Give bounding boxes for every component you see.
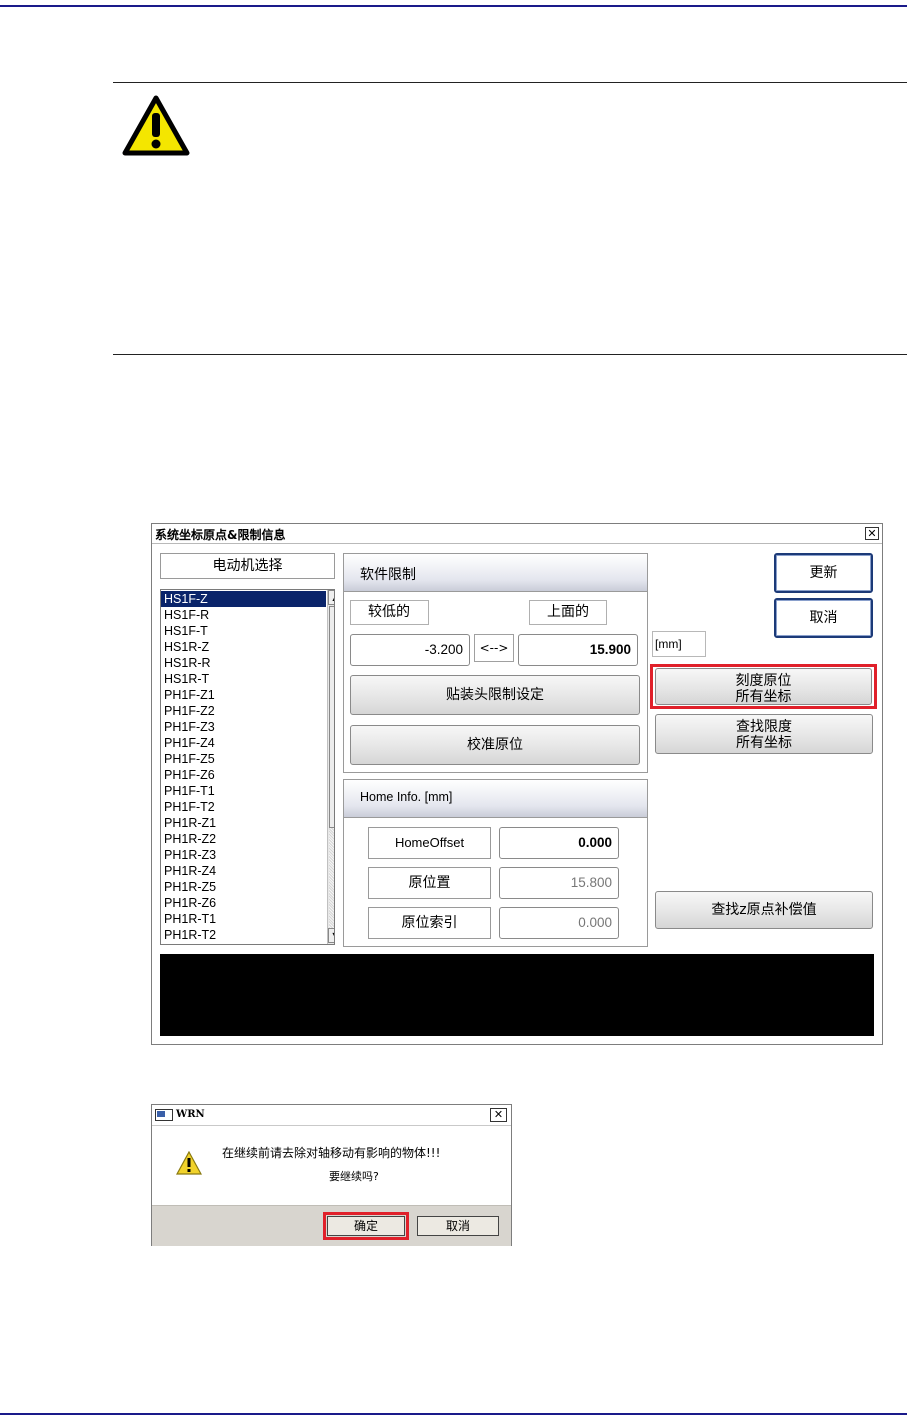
lower-limit-input[interactable]: -3.200 xyxy=(350,634,470,666)
unit-label: [mm] xyxy=(652,631,706,657)
motor-list-item[interactable]: PH1R-Z2 xyxy=(161,831,326,847)
lower-label: 较低的 xyxy=(350,600,429,625)
motor-listbox[interactable]: HS1F-Z HS1F-R HS1F-T HS1R-Z HS1R-R HS1R-T PH1F… xyxy=(160,589,335,945)
motor-list-item[interactable]: PH1R-Z4 xyxy=(161,863,326,879)
home-info-title: Home Info. [mm] xyxy=(344,780,647,818)
scale-home-label-1: 刻度原位 xyxy=(735,673,792,689)
page-top-rule xyxy=(0,5,907,7)
alert-icon xyxy=(176,1151,202,1175)
home-position-value: 15.800 xyxy=(499,867,619,899)
dialog-titlebar: 系统坐标原点&限制信息 ✕ xyxy=(152,524,882,544)
motor-list-item[interactable]: HS1R-Z xyxy=(161,639,326,655)
scroll-down-icon[interactable]: ▼ xyxy=(328,928,334,943)
motor-list-item[interactable]: PH1R-Z6 xyxy=(161,895,326,911)
motor-select-label: 电动机选择 xyxy=(160,553,335,579)
motor-list-item[interactable]: PH1F-Z4 xyxy=(161,735,326,751)
motor-list-item[interactable]: PH1F-Z5 xyxy=(161,751,326,767)
find-z-home-compensation-button[interactable]: 查找z原点补偿值 xyxy=(655,891,873,929)
motor-list-item[interactable]: HS1R-T xyxy=(161,671,326,687)
ok-button[interactable]: 确定 xyxy=(327,1216,405,1236)
find-limit-label-2: 所有坐标 xyxy=(736,735,792,751)
motor-list-item[interactable]: PH1R-Z1 xyxy=(161,815,326,831)
warning-top-line xyxy=(113,82,907,83)
confirm-message-line2: 要继续吗? xyxy=(329,1170,379,1183)
motor-list-item[interactable]: PH1F-Z1 xyxy=(161,687,326,703)
home-offset-label: HomeOffset xyxy=(368,827,491,859)
home-index-label: 原位索引 xyxy=(368,907,491,939)
scale-home-label-2: 所有坐标 xyxy=(735,689,792,705)
motor-list-item[interactable]: PH1R-T1 xyxy=(161,911,326,927)
page-bottom-rule xyxy=(0,1413,907,1415)
motor-list-item[interactable]: PH1F-T1 xyxy=(161,783,326,799)
soft-limit-title: 软件限制 xyxy=(344,554,647,592)
scroll-up-icon[interactable]: ▲ xyxy=(328,590,334,605)
calibrate-home-button[interactable]: 校准原位 xyxy=(350,725,640,765)
scroll-thumb[interactable] xyxy=(329,606,334,828)
motor-list-item[interactable]: PH1R-T2 xyxy=(161,927,326,943)
upper-limit-input[interactable]: 15.900 xyxy=(518,634,638,666)
close-icon[interactable]: ✕ xyxy=(865,527,879,540)
head-limit-setting-button[interactable]: 贴装头限制设定 xyxy=(350,675,640,715)
warning-confirm-dialog: WRN ✕ 在继续前请去除对轴移动有影响的物体!!! 要继续吗? 确定 取消 xyxy=(151,1104,512,1246)
home-info-panel: Home Info. [mm] HomeOffset 0.000 原位置 15.… xyxy=(343,779,648,947)
motor-list-item[interactable]: PH1R-Z3 xyxy=(161,847,326,863)
motor-list-item[interactable]: HS1F-R xyxy=(161,607,326,623)
motor-list-item[interactable]: HS1R-R xyxy=(161,655,326,671)
motor-list-item[interactable]: PH1F-Z6 xyxy=(161,767,326,783)
motor-list-item[interactable]: PH1F-T2 xyxy=(161,799,326,815)
confirm-titlebar: WRN ✕ xyxy=(152,1105,511,1126)
home-position-label: 原位置 xyxy=(368,867,491,899)
motor-list-item[interactable]: PH1F-Z2 xyxy=(161,703,326,719)
window-icon xyxy=(155,1109,173,1121)
confirm-message-line1: 在继续前请去除对轴移动有影响的物体!!! xyxy=(222,1146,441,1160)
motor-list-item[interactable]: HS1F-Z xyxy=(161,591,326,607)
confirm-close-icon[interactable]: ✕ xyxy=(490,1108,507,1122)
motor-list-item[interactable]: PH1F-Z3 xyxy=(161,719,326,735)
warning-icon xyxy=(122,95,190,156)
confirm-title: WRN xyxy=(176,1109,205,1120)
motor-list-item[interactable]: PH1R-Z5 xyxy=(161,879,326,895)
cancel-button[interactable]: 取消 xyxy=(774,598,873,638)
home-offset-input[interactable]: 0.000 xyxy=(499,827,619,859)
motor-list-item[interactable]: HS1F-T xyxy=(161,623,326,639)
warning-bottom-line xyxy=(113,354,907,355)
home-index-value: 0.000 xyxy=(499,907,619,939)
message-area xyxy=(160,954,874,1036)
upper-label: 上面的 xyxy=(529,600,607,625)
soft-limit-panel: 软件限制 较低的 上面的 -3.200 <--> 15.900 贴装头限制设定 … xyxy=(343,553,648,773)
dialog-title: 系统坐标原点&限制信息 xyxy=(155,528,286,542)
range-arrow: <--> xyxy=(474,634,514,662)
update-button[interactable]: 更新 xyxy=(774,553,873,593)
origin-limit-dialog: 系统坐标原点&限制信息 ✕ 电动机选择 HS1F-Z HS1F-R HS1F-T HS… xyxy=(151,523,883,1045)
confirm-cancel-button[interactable]: 取消 xyxy=(417,1216,499,1236)
find-limit-label-1: 查找限度 xyxy=(736,719,792,735)
scroll-track[interactable] xyxy=(329,828,334,928)
find-limit-all-axes-button[interactable]: 查找限度 所有坐标 xyxy=(655,714,873,754)
scale-home-all-axes-button[interactable]: 刻度原位 所有坐标 xyxy=(655,668,872,705)
motor-list-scrollbar[interactable]: ▲ ▼ xyxy=(327,590,334,944)
